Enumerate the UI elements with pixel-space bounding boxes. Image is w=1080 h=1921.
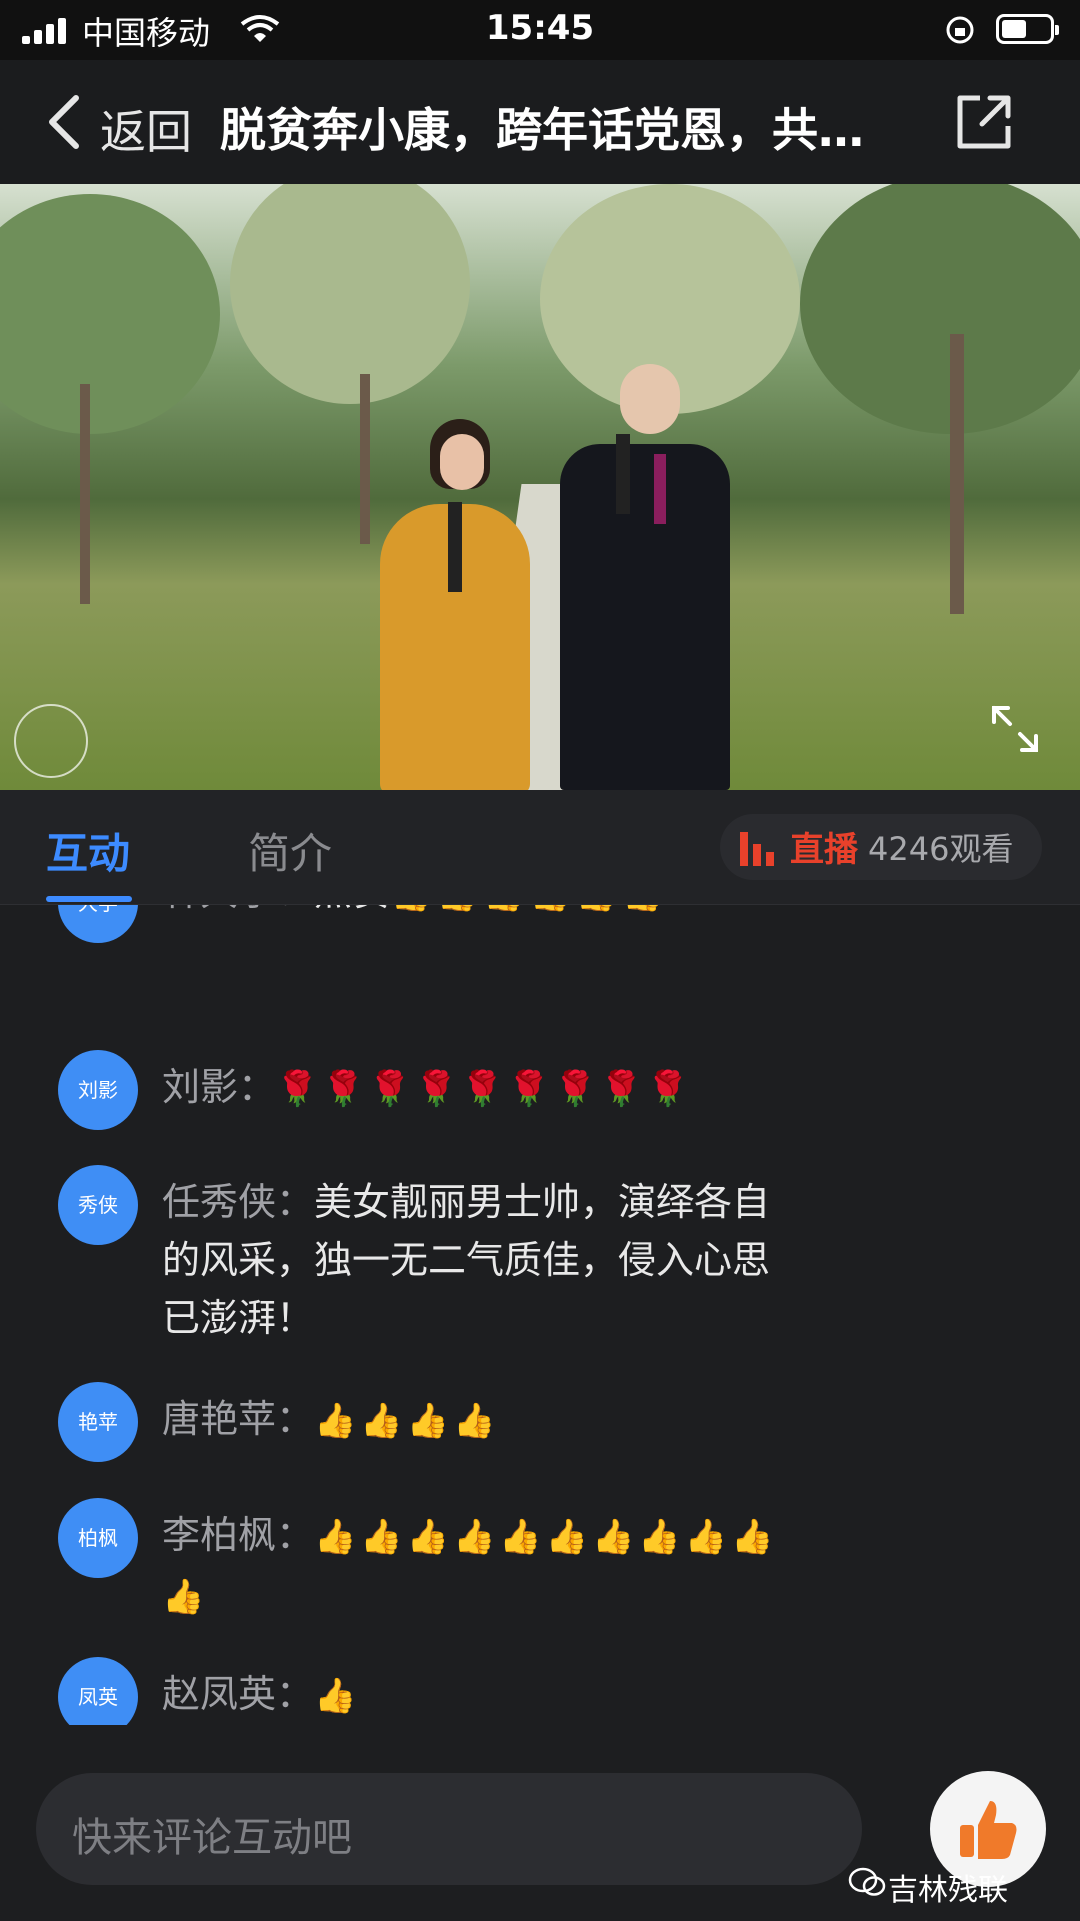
comment-input[interactable]: 快来评论互动吧 — [36, 1773, 862, 1885]
back-button[interactable]: 返回 — [100, 96, 192, 162]
comment-author: 唐艳苹： — [162, 1397, 315, 1441]
battery-icon — [996, 14, 1059, 44]
page-title: 脱贫奔小康，跨年话党恩，共… — [220, 103, 864, 157]
active-tab-indicator — [46, 896, 132, 902]
trunk — [80, 384, 90, 604]
comment-text: 赵凤英：👍 — [162, 1665, 782, 1725]
avatar: 刘影 — [58, 1050, 138, 1130]
comment-body: 点赞 — [314, 905, 390, 914]
rotation-lock-icon — [946, 16, 974, 44]
comment-text: 刘影：🌹🌹🌹🌹🌹🌹🌹🌹🌹 — [162, 1058, 782, 1118]
status-bar: 中国移动 15:45 — [0, 0, 1080, 60]
channel-logo — [14, 704, 88, 778]
nav-bar: 返回 脱贫奔小康，跨年话党恩，共… — [0, 60, 1080, 184]
comment-author: 赵凤英： — [162, 1672, 315, 1716]
avatar: 柏枫 — [58, 1498, 138, 1578]
comment-author: 任秀侠： — [162, 1180, 315, 1224]
comment-emoji: 👍👍👍👍👍👍 — [390, 905, 668, 914]
tab-interact[interactable]: 互动 — [46, 820, 130, 881]
comment-text: 唐艳苹：👍👍👍👍 — [162, 1390, 782, 1450]
share-icon[interactable] — [952, 90, 1016, 154]
thumbs-up-icon — [960, 1801, 1017, 1859]
comment-input-bar: 快来评论互动吧 吉林残联 — [0, 1725, 1080, 1921]
wechat-icon — [848, 1867, 886, 1896]
avatar: 大学 — [58, 905, 138, 943]
comment-text: 任秀侠：美女靓丽男士帅，演绎各自的风采，独一无二气质佳，侵入心思已澎湃！ — [162, 1173, 782, 1347]
microphone — [616, 434, 630, 514]
avatar: 艳苹 — [58, 1382, 138, 1462]
comment-author: 李柏枫： — [162, 1513, 315, 1557]
comment-emoji: 🌹🌹🌹🌹🌹🌹🌹🌹🌹 — [276, 1069, 694, 1109]
tab-bar: 互动 简介 直播 4246观看 — [0, 790, 1080, 905]
avatar: 秀侠 — [58, 1165, 138, 1245]
host-male-face — [620, 364, 680, 434]
comment-input-placeholder: 快来评论互动吧 — [72, 1815, 352, 1861]
trunk — [950, 334, 964, 614]
host-female-face — [440, 434, 484, 490]
clock: 15:45 — [485, 8, 595, 48]
viewer-count: 4246观看 — [868, 830, 1014, 868]
fullscreen-icon[interactable] — [990, 704, 1040, 754]
comment-list[interactable]: 大学 林大学：点赞👍👍👍👍👍👍 刘影 刘影：🌹🌹🌹🌹🌹🌹🌹🌹🌹 秀侠 任秀侠：美… — [0, 905, 1080, 1725]
microphone — [448, 502, 462, 592]
live-bars-icon — [740, 832, 776, 866]
back-arrow-icon[interactable] — [44, 92, 84, 152]
tie — [654, 454, 666, 524]
tab-intro[interactable]: 简介 — [248, 820, 332, 881]
video-player[interactable] — [0, 184, 1080, 790]
comment-emoji: 👍 — [314, 1676, 361, 1716]
live-status-badge: 直播 4246观看 — [720, 814, 1042, 880]
tree — [0, 194, 220, 434]
tree — [800, 184, 1080, 434]
comment-emoji: 👍👍👍👍 — [314, 1401, 500, 1441]
trunk — [360, 374, 370, 544]
comment-text: 林大学：点赞👍👍👍👍👍👍 — [162, 905, 782, 923]
live-label: 直播 — [790, 830, 858, 870]
avatar: 凤英 — [58, 1657, 138, 1725]
comment-author: 刘影： — [162, 1065, 277, 1109]
watermark-text: 吉林残联 — [888, 1873, 1008, 1908]
comment-author: 林大学： — [162, 905, 314, 914]
host-male-suit — [560, 444, 730, 790]
comment-text: 李柏枫：👍👍👍👍👍👍👍👍👍👍👍 — [162, 1506, 782, 1626]
tree — [230, 184, 470, 404]
